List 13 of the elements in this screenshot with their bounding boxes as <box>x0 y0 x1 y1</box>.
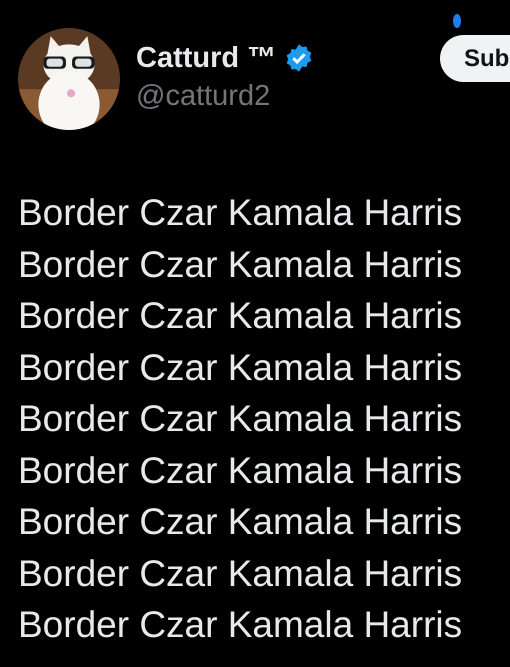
tweet-text-line: Border Czar Kamala Harris <box>18 242 464 286</box>
tweet-text-line: Border Czar Kamala Harris <box>18 397 464 441</box>
author-handle: @catturd2 <box>136 79 272 114</box>
subscribe-button[interactable]: Sub <box>440 35 510 82</box>
tweet-text-line: Border Czar Kamala Harris <box>18 448 464 492</box>
author-name: Catturd ™ <box>136 41 276 76</box>
tweet-text-line: Border Czar Kamala Harris <box>18 294 464 338</box>
notification-dot <box>453 14 461 28</box>
tweet-text-line: Border Czar Kamala Harris <box>18 552 464 596</box>
tweet-text-line: Border Czar Kamala Harris <box>18 191 464 235</box>
tweet-text-line: Border Czar Kamala Harris <box>18 603 464 647</box>
tweet-text-line: Border Czar Kamala Harris <box>18 346 464 390</box>
tweet-text-line: Border Czar Kamala Harris <box>18 500 464 544</box>
